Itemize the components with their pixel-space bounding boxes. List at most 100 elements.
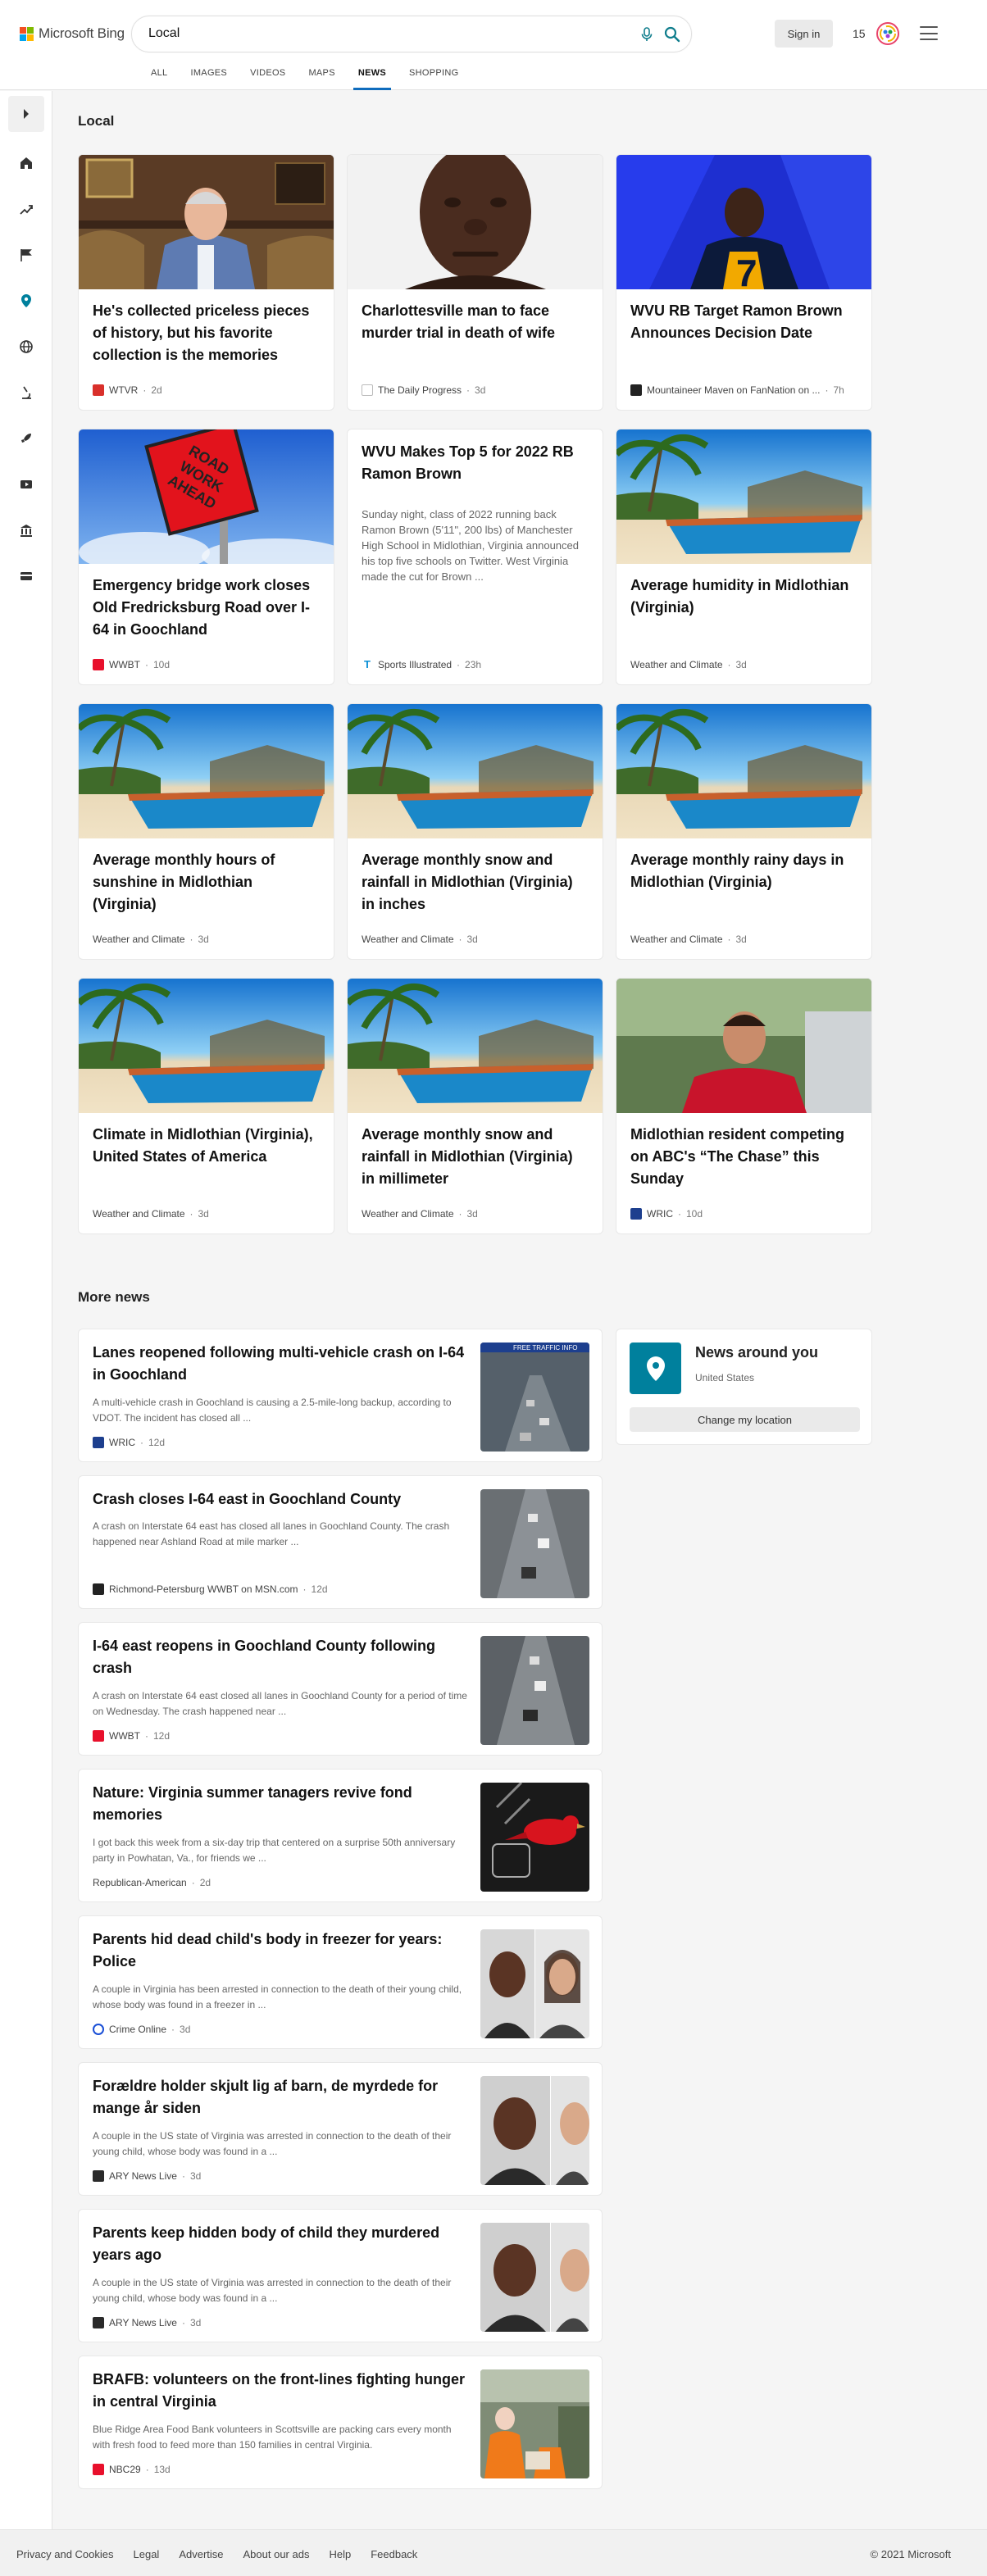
news-item[interactable]: I-64 east reopens in Goochland County fo… (78, 1622, 603, 1756)
rewards-icon[interactable] (876, 21, 900, 46)
tab-shopping[interactable]: SHOPPING (398, 68, 470, 90)
news-thumbnail[interactable] (480, 2076, 589, 2185)
card-title[interactable]: Average monthly snow and rainfall in Mid… (362, 1124, 589, 1190)
expand-rail-button[interactable] (8, 96, 44, 132)
source-name[interactable]: ARY News Live (109, 2170, 177, 2182)
news-title[interactable]: Parents hid dead child's body in freezer… (93, 1929, 470, 1973)
tab-videos[interactable]: VIDEOS (239, 68, 297, 90)
source-name[interactable]: WTVR (109, 384, 138, 396)
news-thumbnail[interactable] (480, 1489, 589, 1598)
rail-science[interactable] (8, 375, 44, 411)
rail-world[interactable] (8, 329, 44, 365)
news-card[interactable]: WVU Makes Top 5 for 2022 RB Ramon Brown … (347, 429, 603, 685)
source-name[interactable]: WRIC (647, 1208, 673, 1220)
news-card[interactable]: Average humidity in Midlothian (Virginia… (616, 429, 872, 685)
news-card[interactable]: ROAD WORK AHEAD Emergency bridge work cl… (78, 429, 334, 685)
rail-technology[interactable] (8, 420, 44, 457)
news-thumbnail[interactable] (480, 2369, 589, 2478)
rewards-points[interactable]: 15 (853, 27, 866, 40)
news-title[interactable]: Lanes reopened following multi-vehicle c… (93, 1342, 470, 1386)
source-name[interactable]: Weather and Climate (630, 659, 723, 670)
news-title[interactable]: I-64 east reopens in Goochland County fo… (93, 1635, 470, 1679)
source-name[interactable]: Republican-American (93, 1877, 187, 1888)
card-title[interactable]: Emergency bridge work closes Old Fredric… (93, 575, 320, 641)
news-card[interactable]: He's collected priceless pieces of histo… (78, 154, 334, 411)
source-name[interactable]: Weather and Climate (630, 934, 723, 945)
source-name[interactable]: WWBT (109, 659, 140, 670)
news-title[interactable]: Forældre holder skjult lig af barn, de m… (93, 2075, 470, 2119)
source-name[interactable]: Sports Illustrated (378, 659, 452, 670)
search-input[interactable]: Local (131, 16, 692, 52)
news-title[interactable]: Crash closes I-64 east in Goochland Coun… (93, 1488, 470, 1511)
microphone-icon[interactable] (639, 26, 655, 43)
news-thumbnail[interactable] (480, 1783, 589, 1892)
rail-politics[interactable] (8, 512, 44, 548)
news-card[interactable]: Midlothian resident competing on ABC's “… (616, 978, 872, 1234)
card-title[interactable]: Climate in Midlothian (Virginia), United… (93, 1124, 320, 1168)
footer-link-advertise[interactable]: Advertise (179, 2548, 223, 2560)
card-title[interactable]: WVU Makes Top 5 for 2022 RB Ramon Brown (362, 441, 589, 485)
news-thumbnail[interactable]: FREE TRAFFIC INFO (480, 1343, 589, 1452)
footer-link-help[interactable]: Help (329, 2548, 351, 2560)
footer-link-legal[interactable]: Legal (134, 2548, 160, 2560)
card-title[interactable]: Average monthly snow and rainfall in Mid… (362, 849, 589, 915)
news-thumbnail[interactable] (480, 2223, 589, 2332)
bing-logo[interactable]: Microsoft Bing (20, 25, 125, 42)
rail-trending[interactable] (8, 191, 44, 227)
tab-news[interactable]: NEWS (347, 68, 398, 90)
source-name[interactable]: Weather and Climate (93, 1208, 185, 1220)
news-item[interactable]: BRAFB: volunteers on the front-lines fig… (78, 2356, 603, 2489)
source-name[interactable]: Richmond-Petersburg WWBT on MSN.com (109, 1583, 298, 1595)
tab-all[interactable]: ALL (139, 68, 179, 90)
card-title[interactable]: Charlottesville man to face murder trial… (362, 300, 589, 344)
source-name[interactable]: WWBT (109, 1730, 140, 1742)
news-item[interactable]: Lanes reopened following multi-vehicle c… (78, 1329, 603, 1462)
news-thumbnail[interactable] (480, 1929, 589, 2038)
rail-entertainment[interactable] (8, 466, 44, 502)
news-card[interactable]: Average monthly rainy days in Midlothian… (616, 703, 872, 960)
source-name[interactable]: Weather and Climate (362, 934, 454, 945)
card-title[interactable]: Average monthly hours of sunshine in Mid… (93, 849, 320, 915)
tab-images[interactable]: IMAGES (179, 68, 239, 90)
card-title[interactable]: WVU RB Target Ramon Brown Announces Deci… (630, 300, 857, 344)
tab-maps[interactable]: MAPS (297, 68, 346, 90)
footer-link-about-ads[interactable]: About our ads (243, 2548, 310, 2560)
news-item[interactable]: Crash closes I-64 east in Goochland Coun… (78, 1475, 603, 1609)
source-name[interactable]: NBC29 (109, 2464, 141, 2475)
sign-in-button[interactable]: Sign in (775, 20, 833, 48)
rail-local[interactable] (8, 283, 44, 319)
source-name[interactable]: ARY News Live (109, 2317, 177, 2328)
news-title[interactable]: BRAFB: volunteers on the front-lines fig… (93, 2369, 470, 2413)
source-name[interactable]: Weather and Climate (93, 934, 185, 945)
source-name[interactable]: WRIC (109, 1437, 135, 1448)
source-name[interactable]: Crime Online (109, 2024, 166, 2035)
rail-money[interactable] (8, 558, 44, 594)
news-card[interactable]: Average monthly snow and rainfall in Mid… (347, 703, 603, 960)
footer-link-feedback[interactable]: Feedback (371, 2548, 417, 2560)
card-title[interactable]: Average monthly rainy days in Midlothian… (630, 849, 857, 893)
change-location-button[interactable]: Change my location (630, 1407, 860, 1432)
search-icon[interactable] (663, 25, 681, 43)
news-card[interactable]: Average monthly snow and rainfall in Mid… (347, 978, 603, 1234)
news-item[interactable]: Parents keep hidden body of child they m… (78, 2209, 603, 2342)
news-item[interactable]: Forældre holder skjult lig af barn, de m… (78, 2062, 603, 2196)
search-query[interactable]: Local (148, 26, 180, 41)
source-name[interactable]: Weather and Climate (362, 1208, 454, 1220)
rail-home[interactable] (8, 145, 44, 181)
news-card[interactable]: Charlottesville man to face murder trial… (347, 154, 603, 411)
card-title[interactable]: Midlothian resident competing on ABC's “… (630, 1124, 857, 1190)
news-card[interactable]: Climate in Midlothian (Virginia), United… (78, 978, 334, 1234)
source-name[interactable]: The Daily Progress (378, 384, 462, 396)
news-card[interactable]: 7 WVU RB Target Ramon Brown Announces De… (616, 154, 872, 411)
news-card[interactable]: Average monthly hours of sunshine in Mid… (78, 703, 334, 960)
news-item[interactable]: Parents hid dead child's body in freezer… (78, 1915, 603, 2049)
news-thumbnail[interactable] (480, 1636, 589, 1745)
source-name[interactable]: Mountaineer Maven on FanNation on ... (647, 384, 820, 396)
news-item[interactable]: Nature: Virginia summer tanagers revive … (78, 1769, 603, 1902)
news-title[interactable]: Nature: Virginia summer tanagers revive … (93, 1782, 470, 1826)
menu-icon[interactable] (920, 26, 938, 40)
news-title[interactable]: Parents keep hidden body of child they m… (93, 2222, 470, 2266)
card-title[interactable]: He's collected priceless pieces of histo… (93, 300, 320, 366)
card-title[interactable]: Average humidity in Midlothian (Virginia… (630, 575, 857, 619)
rail-us[interactable] (8, 237, 44, 273)
